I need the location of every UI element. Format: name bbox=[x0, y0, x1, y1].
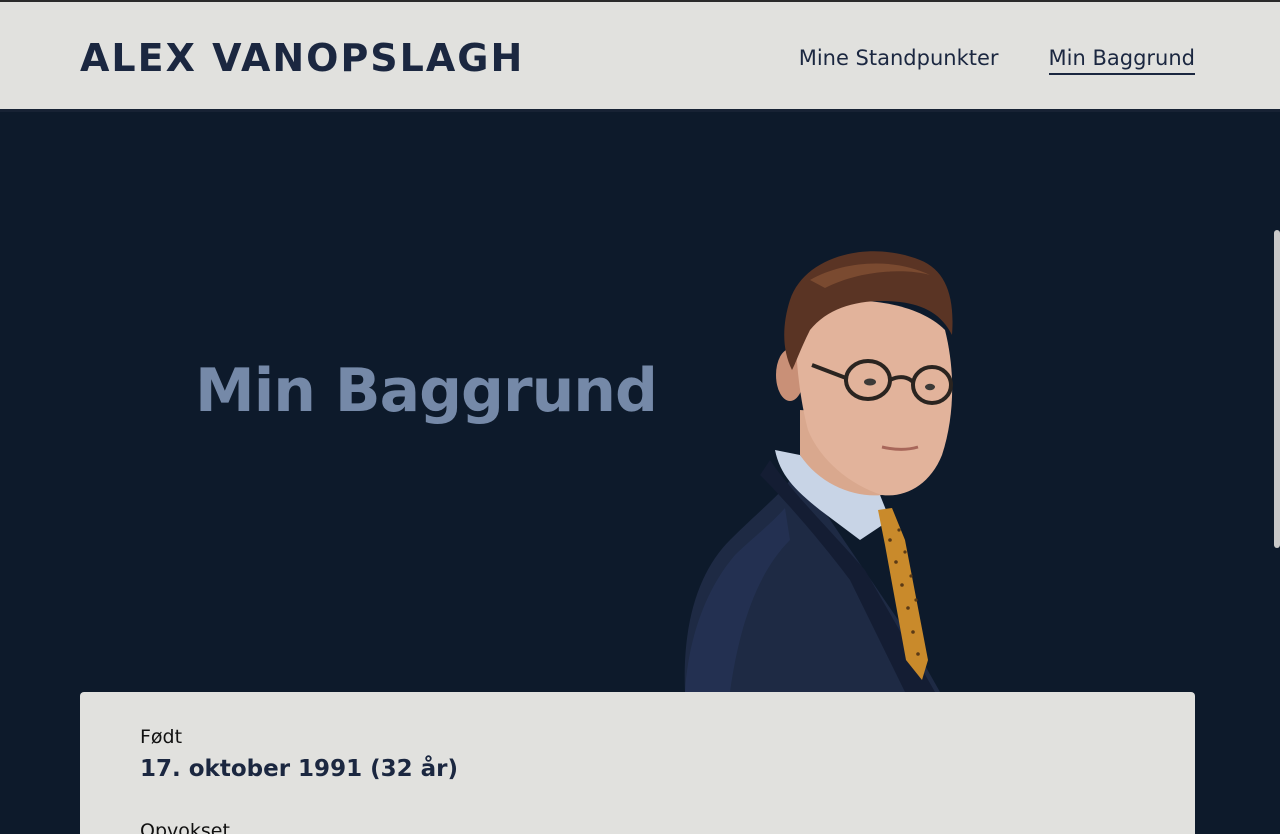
detail-raised: Opvokset bbox=[140, 818, 1135, 834]
page-title: Min Baggrund bbox=[195, 356, 658, 426]
detail-born: Født 17. oktober 1991 (32 år) bbox=[140, 724, 1135, 785]
hero-section: Min Baggrund bbox=[0, 115, 1280, 692]
nav-item-min-baggrund[interactable]: Min Baggrund bbox=[1048, 44, 1195, 75]
detail-label: Født bbox=[140, 726, 183, 748]
main-nav: Mine Standpunkter Min Baggrund bbox=[799, 44, 1195, 75]
site-header: ALEX VANOPSLAGH Mine Standpunkter Min Ba… bbox=[0, 2, 1280, 112]
detail-value: 17. oktober 1991 (32 år) bbox=[140, 756, 458, 782]
site-logo[interactable]: ALEX VANOPSLAGH bbox=[80, 36, 524, 80]
page-scrollbar[interactable] bbox=[1274, 230, 1280, 548]
portrait-photo bbox=[684, 251, 953, 692]
nav-item-mine-standpunkter[interactable]: Mine Standpunkter bbox=[799, 44, 999, 75]
background-details-card: Født 17. oktober 1991 (32 år) Opvokset bbox=[80, 692, 1195, 834]
detail-label: Opvokset bbox=[140, 820, 230, 834]
